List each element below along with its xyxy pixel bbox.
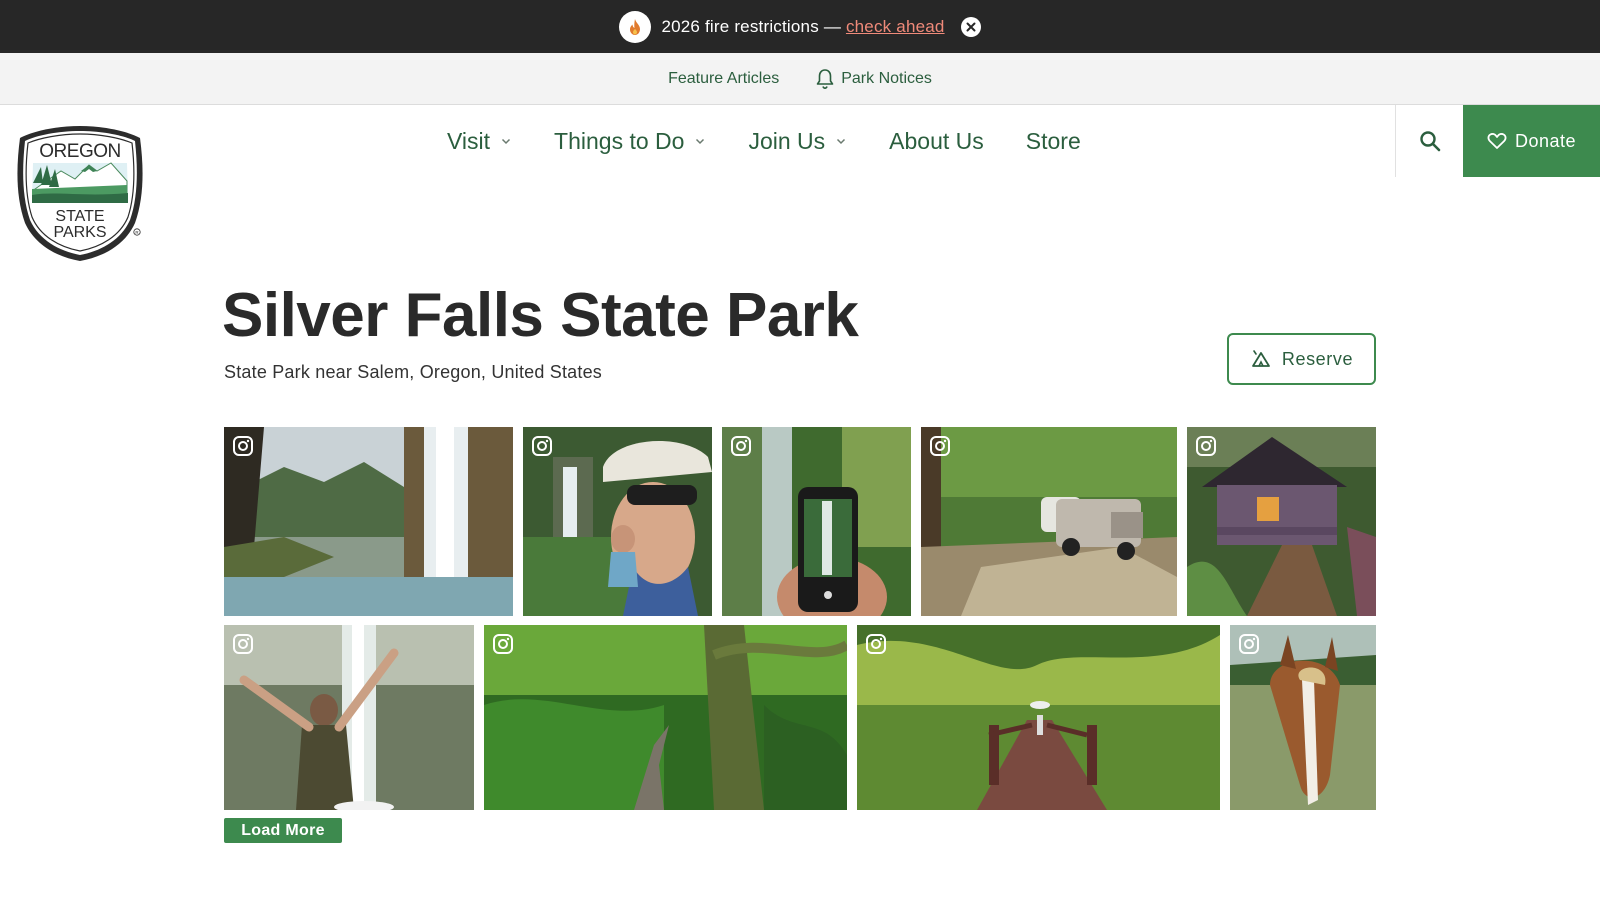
donate-label: Donate [1514, 130, 1577, 151]
tent-icon [1251, 350, 1270, 367]
gallery-photo[interactable] [921, 427, 1177, 616]
instagram-icon [731, 436, 751, 456]
utility-nav: Feature Articles Park Notices [0, 53, 1600, 105]
gallery-photo[interactable] [722, 427, 911, 616]
park-notices-link[interactable]: Park Notices [815, 68, 932, 90]
nav-item-label: About Us [889, 127, 984, 154]
load-more-button[interactable]: Load More [224, 818, 342, 843]
chevron-down-icon [502, 138, 511, 145]
gallery-photo[interactable] [1187, 427, 1376, 616]
logo-line2: STATE [55, 208, 104, 225]
photo-gallery-row [224, 427, 1376, 616]
nav-item-label: Visit [447, 127, 491, 154]
main-nav-items: Visit Things to Do Join Us About Us Stor… [447, 105, 1093, 177]
main-nav: Visit Things to Do Join Us About Us Stor… [0, 105, 1600, 177]
heart-icon [1487, 133, 1507, 149]
feature-articles-link[interactable]: Feature Articles [668, 70, 779, 88]
search-button[interactable] [1395, 105, 1463, 177]
park-notices-label: Park Notices [841, 69, 932, 87]
instagram-icon [1239, 634, 1259, 654]
check-ahead-link[interactable]: check ahead [846, 17, 945, 36]
logo-line3: PARKS [53, 224, 106, 241]
chevron-down-icon [696, 138, 705, 145]
gallery-photo[interactable] [857, 625, 1220, 810]
instagram-icon [1196, 436, 1216, 456]
close-alert-button[interactable] [960, 16, 981, 37]
nav-item-join-us[interactable]: Join Us [748, 128, 847, 155]
instagram-icon [866, 634, 886, 654]
search-icon [1419, 131, 1440, 152]
chevron-down-icon [837, 138, 846, 145]
reserve-button[interactable]: Reserve [1227, 333, 1376, 385]
nav-item-label: Store [1025, 127, 1081, 154]
instagram-icon [493, 634, 513, 654]
instagram-icon [233, 436, 253, 456]
nav-item-visit[interactable]: Visit [447, 128, 512, 155]
nav-item-label: Join Us [748, 127, 826, 154]
gallery-photo[interactable] [224, 625, 474, 810]
close-icon [966, 22, 976, 31]
reserve-label: Reserve [1281, 348, 1354, 369]
gallery-photo[interactable] [224, 427, 513, 616]
page-title: Silver Falls State Park [222, 281, 859, 350]
logo-line1: OREGON [39, 141, 120, 162]
oregon-state-parks-logo[interactable]: OREGON STATE PARKS R [15, 123, 145, 263]
instagram-icon [930, 436, 950, 456]
instagram-icon [532, 436, 552, 456]
gallery-photo[interactable] [1230, 625, 1376, 810]
flame-icon [619, 10, 652, 43]
nav-item-about-us[interactable]: About Us [889, 128, 984, 155]
nav-item-store[interactable]: Store [1026, 128, 1081, 155]
donate-button[interactable]: Donate [1463, 105, 1600, 177]
nav-item-things-to-do[interactable]: Things to Do [554, 128, 706, 155]
bell-icon [816, 68, 834, 89]
alert-bar: 2026 fire restrictions — check ahead [0, 0, 1600, 53]
nav-item-label: Things to Do [554, 127, 685, 154]
gallery-photo[interactable] [484, 625, 847, 810]
photo-gallery-row [224, 625, 1376, 810]
gallery-photo[interactable] [523, 427, 712, 616]
instagram-icon [233, 634, 253, 654]
alert-text: 2026 fire restrictions — check ahead [661, 16, 945, 36]
page-subtitle: State Park near Salem, Oregon, United St… [224, 362, 602, 382]
feature-articles-label: Feature Articles [668, 69, 780, 87]
